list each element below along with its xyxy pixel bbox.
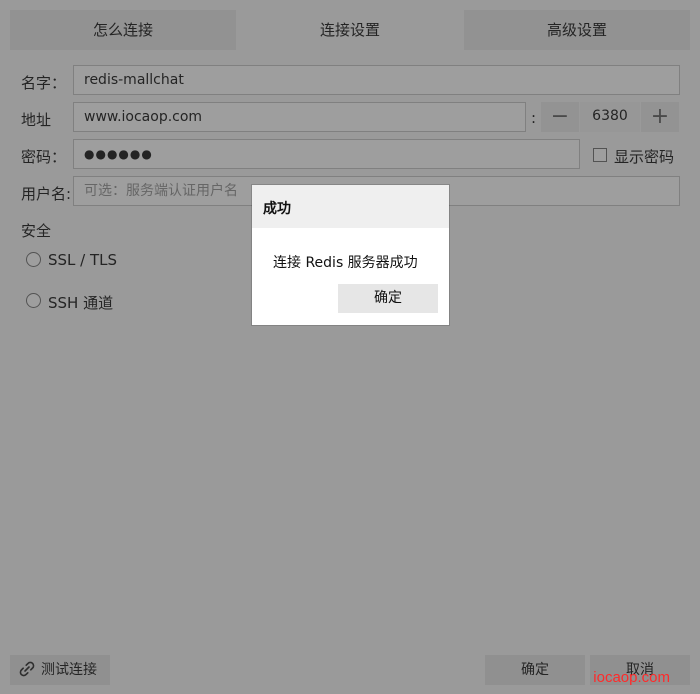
dialog-message: 连接 Redis 服务器成功	[273, 255, 418, 271]
dialog-ok-button[interactable]: 确定	[338, 284, 438, 313]
success-dialog: 成功 连接 Redis 服务器成功 确定	[252, 185, 449, 325]
watermark: iocaop.com	[593, 669, 670, 686]
modal-overlay	[0, 0, 700, 694]
dialog-title: 成功	[263, 201, 291, 217]
